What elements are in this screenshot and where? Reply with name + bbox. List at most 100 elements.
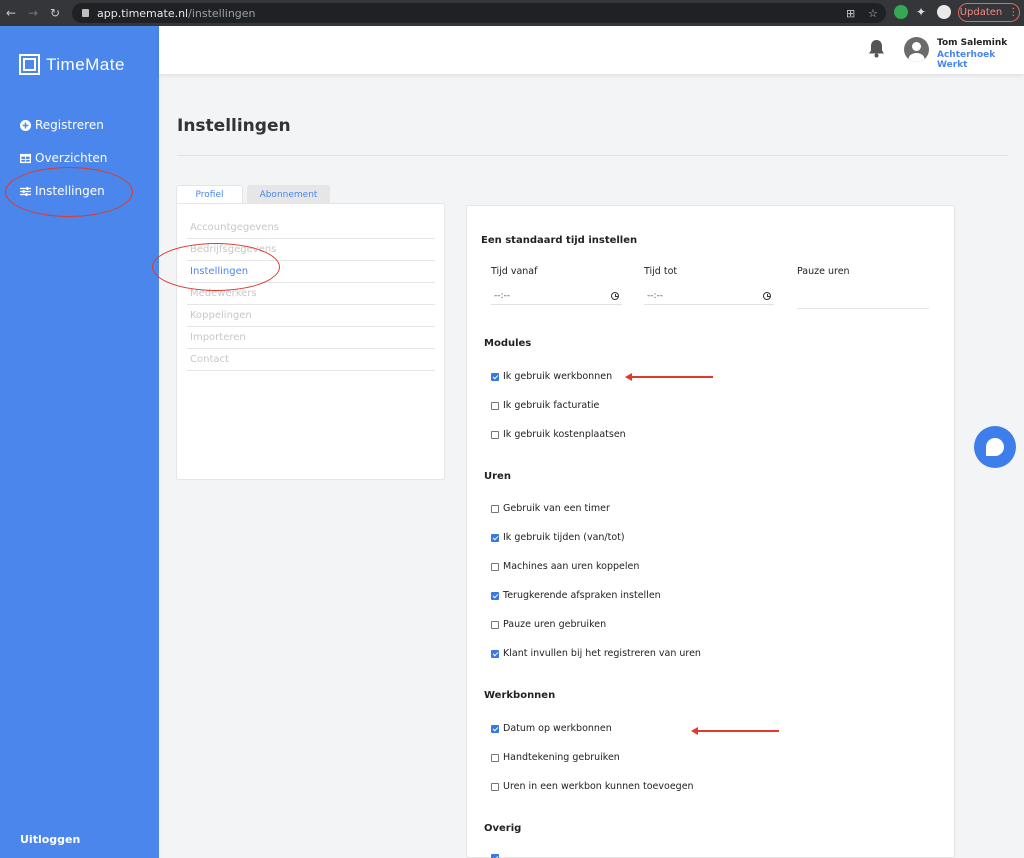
checkbox[interactable] — [491, 724, 499, 733]
settings-panel: Een standaard tijd instellen Tijd vanaf … — [466, 205, 955, 858]
checkbox[interactable] — [491, 620, 499, 629]
option-werkbonnen[interactable]: Ik gebruik werkbonnen — [491, 371, 612, 382]
checkbox[interactable] — [491, 504, 499, 513]
time-from-input[interactable]: --:-- — [491, 287, 622, 305]
update-label: Updaten — [959, 7, 1003, 18]
pause-input[interactable] — [797, 291, 929, 309]
url-host: app.timemate.nl — [97, 6, 189, 20]
browser-toolbar: ← → ↻ app.timemate.nl/instellingen ⊞ ☆ ✦… — [0, 0, 1024, 26]
user-icon — [908, 42, 925, 62]
time-to-input[interactable]: --:-- — [644, 287, 774, 305]
logo-icon — [19, 54, 40, 75]
profile-tabs: Profiel Abonnement — [176, 185, 330, 204]
url-path: /instellingen — [188, 6, 256, 20]
option-label: Terugkerende afspraken instellen — [503, 590, 661, 601]
forward-icon[interactable]: → — [22, 6, 44, 20]
option-handtekening[interactable]: Handtekening gebruiken — [491, 752, 620, 763]
option-label: Ik gebruik facturatie — [503, 400, 600, 411]
puzzle-icon[interactable]: ✦ — [916, 5, 930, 19]
annotation-ring-menu — [152, 243, 280, 291]
menu-item-importeren[interactable]: Importeren — [187, 327, 435, 349]
option-terugkerende[interactable]: Terugkerende afspraken instellen — [491, 590, 661, 601]
annotation-ring-sidebar — [5, 167, 133, 217]
checkbox[interactable] — [491, 753, 499, 762]
option-label: Klant invullen bij het registreren van u… — [503, 648, 701, 659]
lock-icon — [82, 9, 89, 17]
uren-title: Uren — [484, 471, 511, 482]
option-uren-werkbon[interactable]: Uren in een werkbon kunnen toevoegen — [491, 781, 694, 792]
back-icon[interactable]: ← — [0, 6, 22, 20]
annotation-arrow-werkbonnen — [625, 373, 713, 380]
option-label: Ik gebruik werkbonnen — [503, 371, 613, 382]
checkbox[interactable] — [491, 401, 499, 410]
address-bar[interactable]: app.timemate.nl/instellingen ⊞ ☆ — [72, 3, 886, 23]
option-pauze[interactable]: Pauze uren gebruiken — [491, 619, 606, 630]
reload-icon[interactable]: ↻ — [44, 6, 66, 20]
option-tijden[interactable]: Ik gebruik tijden (van/tot) — [491, 532, 625, 543]
tab-abonnement[interactable]: Abonnement — [247, 185, 330, 204]
option-label: Ik gebruik tijden (van/tot) — [503, 532, 625, 543]
checkbox[interactable] — [491, 372, 499, 381]
option-klant[interactable]: Klant invullen bij het registreren van u… — [491, 648, 701, 659]
user-name: Tom Salemink — [937, 38, 1008, 48]
modules-title: Modules — [484, 338, 532, 349]
sidebar-item-label: Registreren — [35, 118, 104, 132]
checkbox[interactable] — [491, 533, 499, 542]
checkbox[interactable] — [491, 591, 499, 600]
option-label: Machines aan uren koppelen — [503, 561, 640, 572]
menu-item-koppelingen[interactable]: Koppelingen — [187, 305, 435, 327]
clock-icon — [763, 291, 771, 300]
checkbox[interactable] — [491, 649, 499, 658]
logo[interactable]: TimeMate — [19, 54, 125, 75]
checkbox[interactable] — [491, 782, 499, 791]
option-overig-partial[interactable] — [491, 854, 499, 858]
qr-code-icon[interactable]: ⊞ — [846, 7, 855, 20]
option-timer[interactable]: Gebruik van een timer — [491, 503, 610, 514]
option-label: Handtekening gebruiken — [503, 752, 620, 763]
option-machines[interactable]: Machines aan uren koppelen — [491, 561, 639, 572]
tab-profiel[interactable]: Profiel — [176, 185, 243, 204]
bell-icon[interactable] — [868, 39, 885, 58]
checkbox[interactable] — [491, 854, 499, 858]
option-label: Pauze uren gebruiken — [503, 619, 607, 630]
update-button[interactable]: Updaten ⋮ — [958, 3, 1020, 22]
clock-icon — [611, 291, 619, 300]
menu-item-contact[interactable]: Contact — [187, 349, 435, 371]
star-icon[interactable]: ☆ — [868, 7, 878, 20]
overig-title: Overig — [484, 823, 522, 834]
user-company[interactable]: Achterhoek Werkt — [937, 50, 1024, 70]
avatar[interactable] — [904, 37, 929, 62]
option-datum[interactable]: Datum op werkbonnen — [491, 723, 612, 734]
option-label: Uren in een werkbon kunnen toevoegen — [503, 781, 694, 792]
menu-item-accountgegevens[interactable]: Accountgegevens — [187, 217, 435, 239]
option-label: Gebruik van een timer — [503, 503, 610, 514]
plus-circle-icon — [20, 119, 31, 131]
divider — [177, 155, 1008, 156]
werkbonnen-title: Werkbonnen — [484, 690, 556, 701]
logout-link[interactable]: Uitloggen — [20, 833, 80, 846]
option-label: Ik gebruik kostenplaatsen — [503, 429, 626, 440]
annotation-arrow-datum — [691, 727, 779, 734]
sidebar: TimeMate Registreren Overzichten Instell… — [0, 26, 159, 858]
profile-icon[interactable] — [937, 5, 951, 19]
extension-icon[interactable] — [894, 5, 908, 19]
checkbox[interactable] — [491, 562, 499, 571]
page-title: Instellingen — [177, 116, 291, 136]
top-header: Tom Salemink Achterhoek Werkt — [159, 26, 1024, 74]
option-kostenplaatsen[interactable]: Ik gebruik kostenplaatsen — [491, 429, 626, 440]
option-label: Datum op werkbonnen — [503, 723, 612, 734]
time-from-value: --:-- — [494, 290, 511, 301]
table-icon — [20, 153, 31, 163]
pause-label: Pauze uren — [797, 266, 850, 277]
time-section-title: Een standaard tijd instellen — [481, 235, 638, 246]
sidebar-item-overzichten[interactable]: Overzichten — [20, 151, 107, 165]
time-from-label: Tijd vanaf — [491, 266, 538, 277]
time-to-value: --:-- — [647, 290, 664, 301]
more-vert-icon: ⋮ — [1008, 7, 1019, 18]
option-facturatie[interactable]: Ik gebruik facturatie — [491, 400, 599, 411]
time-to-label: Tijd tot — [644, 266, 678, 277]
logo-text: TimeMate — [46, 54, 125, 74]
checkbox[interactable] — [491, 430, 499, 439]
chat-icon[interactable] — [974, 426, 1016, 468]
sidebar-item-registreren[interactable]: Registreren — [20, 118, 104, 132]
